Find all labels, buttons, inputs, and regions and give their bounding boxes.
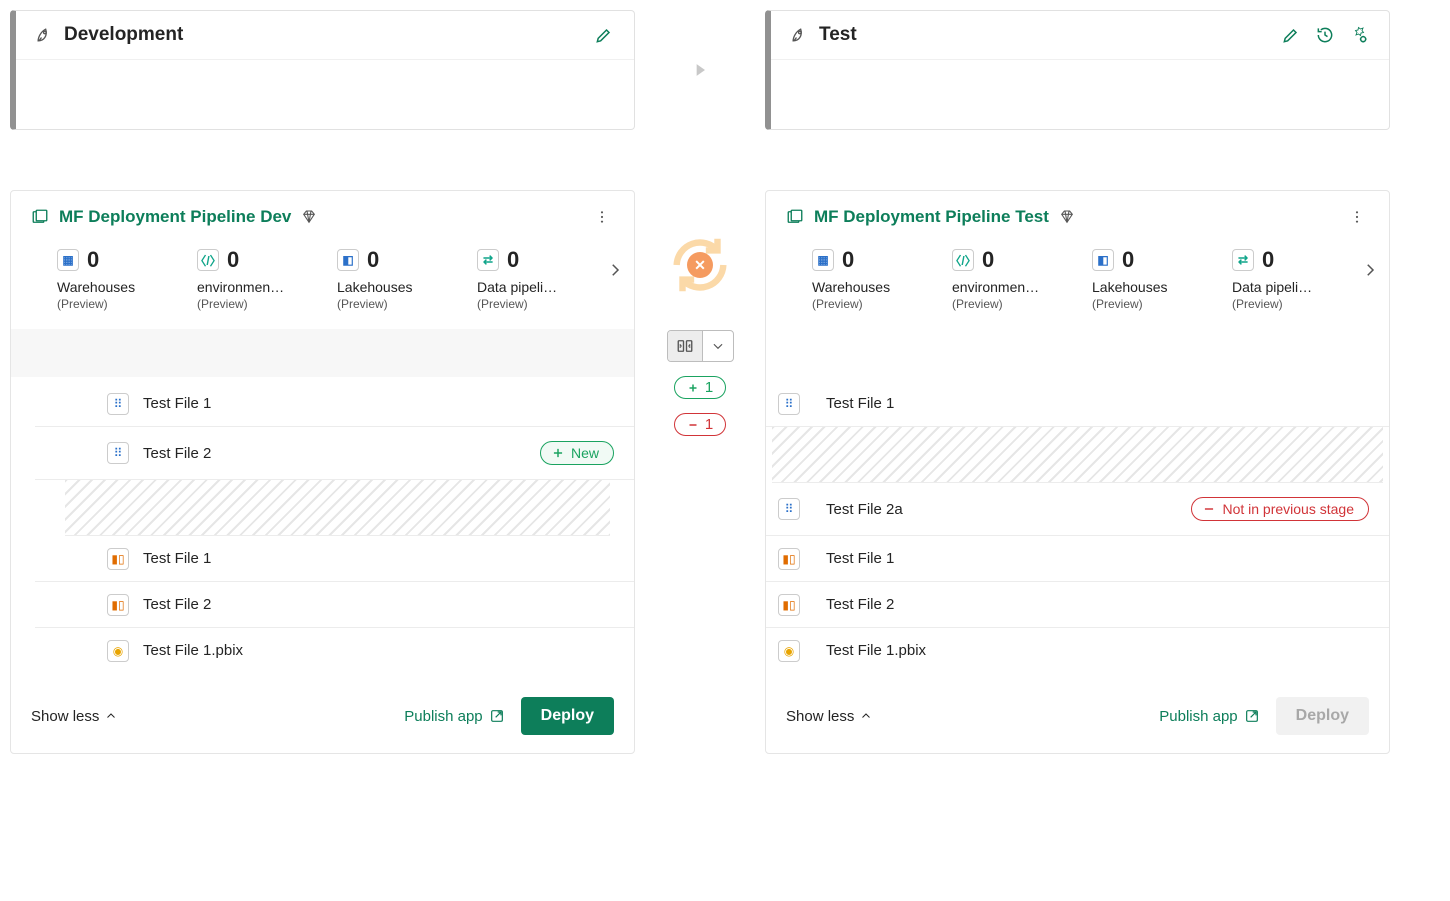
- edit-icon[interactable]: [1279, 23, 1303, 47]
- workspace-title-link[interactable]: MF Deployment Pipeline Dev: [59, 207, 291, 227]
- lakehouse-icon: ◧: [1092, 249, 1114, 271]
- report-icon: ▮▯: [778, 594, 800, 616]
- metrics-row: ▦0 Warehouses (Preview) 〈/〉0 environmen……: [11, 247, 634, 329]
- file-row-pbix[interactable]: ◉ Test File 1.pbix: [766, 628, 1389, 673]
- file-row-dataset[interactable]: ⠿ Test File 1: [766, 381, 1389, 427]
- dataset-icon: ⠿: [778, 498, 800, 520]
- metric-lakehouses[interactable]: ◧0 Lakehouses (Preview): [337, 247, 447, 311]
- edit-icon[interactable]: [592, 23, 616, 47]
- file-row-dataset[interactable]: ⠿ Test File 2 New: [35, 427, 634, 480]
- metric-warehouses[interactable]: ▦0 Warehouses (Preview): [57, 247, 167, 311]
- missing-item-placeholder: [65, 480, 610, 536]
- workspace-dev: MF Deployment Pipeline Dev ▦0 Warehouses…: [10, 190, 635, 754]
- history-icon[interactable]: [1313, 23, 1337, 47]
- metric-warehouses[interactable]: ▦0 Warehouses (Preview): [812, 247, 922, 311]
- removed-count-pill: 1: [674, 413, 726, 436]
- workspace-icon: [31, 208, 49, 226]
- dataset-icon: ⠿: [107, 393, 129, 415]
- report-icon: ▮▯: [778, 548, 800, 570]
- metric-environments[interactable]: 〈/〉0 environmen… (Preview): [197, 247, 307, 311]
- dataset-icon: ⠿: [107, 442, 129, 464]
- pipeline-icon: ⇄: [1232, 249, 1254, 271]
- warehouse-icon: ▦: [57, 249, 79, 271]
- file-row-report[interactable]: ▮▯ Test File 1: [766, 536, 1389, 582]
- file-list: ⠿ Test File 1 ⠿ Test File 2a Not in prev…: [766, 377, 1389, 677]
- settings-rules-icon[interactable]: [1347, 23, 1371, 47]
- report-icon: ▮▯: [107, 548, 129, 570]
- sync-column: ✕ 1 1: [635, 190, 765, 754]
- publish-app-link[interactable]: Publish app: [404, 708, 504, 725]
- workspace-icon: [786, 208, 804, 226]
- workspace-title-link[interactable]: MF Deployment Pipeline Test: [814, 207, 1049, 227]
- metric-environments[interactable]: 〈/〉0 environmen… (Preview): [952, 247, 1062, 311]
- more-menu-icon[interactable]: [1345, 205, 1369, 229]
- new-badge: New: [540, 441, 614, 465]
- metric-datapipelines[interactable]: ⇄0 Data pipeli… (Preview): [1232, 247, 1342, 311]
- file-row-report[interactable]: ▮▯ Test File 1: [35, 536, 634, 582]
- deploy-button: Deploy: [1276, 697, 1369, 735]
- rocket-icon: [34, 25, 54, 45]
- metrics-next-icon[interactable]: [606, 261, 624, 279]
- lakehouse-icon: ◧: [337, 249, 359, 271]
- report-icon: ▮▯: [107, 594, 129, 616]
- more-menu-icon[interactable]: [590, 205, 614, 229]
- stage-title: Development: [64, 24, 582, 46]
- show-less-toggle[interactable]: Show less: [786, 708, 872, 725]
- warehouse-icon: ▦: [812, 249, 834, 271]
- pbix-icon: ◉: [107, 640, 129, 662]
- file-row-pbix[interactable]: ◉ Test File 1.pbix: [35, 628, 634, 673]
- premium-diamond-icon: [301, 209, 317, 225]
- compare-toggle[interactable]: [667, 330, 734, 362]
- pipeline-icon: ⇄: [477, 249, 499, 271]
- deploy-button[interactable]: Deploy: [521, 697, 614, 735]
- file-row-report[interactable]: ▮▯ Test File 2: [35, 582, 634, 628]
- stage-title: Test: [819, 24, 1269, 46]
- metrics-row: ▦0 Warehouses (Preview) 〈/〉0 environmen……: [766, 247, 1389, 329]
- pbix-icon: ◉: [778, 640, 800, 662]
- added-count-pill: 1: [674, 376, 726, 399]
- missing-item-placeholder: [772, 427, 1383, 483]
- sync-status-icon: ✕: [665, 230, 735, 300]
- workspace-test: MF Deployment Pipeline Test ▦0 Warehouse…: [765, 190, 1390, 754]
- file-row-dataset[interactable]: ⠿ Test File 2a Not in previous stage: [766, 483, 1389, 536]
- publish-app-link[interactable]: Publish app: [1159, 708, 1259, 725]
- category-band: [11, 329, 634, 377]
- rocket-icon: [789, 25, 809, 45]
- compare-view-icon[interactable]: [668, 331, 703, 361]
- stage-card-development: Development: [10, 10, 635, 130]
- metric-datapipelines[interactable]: ⇄0 Data pipeli… (Preview): [477, 247, 587, 311]
- premium-diamond-icon: [1059, 209, 1075, 225]
- environment-icon: 〈/〉: [197, 249, 219, 271]
- metric-lakehouses[interactable]: ◧0 Lakehouses (Preview): [1092, 247, 1202, 311]
- file-row-dataset[interactable]: ⠿ Test File 1: [35, 381, 634, 427]
- environment-icon: 〈/〉: [952, 249, 974, 271]
- dataset-icon: ⠿: [778, 393, 800, 415]
- stage-card-test: Test: [765, 10, 1390, 130]
- show-less-toggle[interactable]: Show less: [31, 708, 117, 725]
- deploy-arrow-icon[interactable]: [635, 10, 765, 130]
- metrics-next-icon[interactable]: [1361, 261, 1379, 279]
- sync-error-icon: ✕: [687, 252, 713, 278]
- file-list: ⠿ Test File 1 ⠿ Test File 2 New ▮▯ Test …: [11, 377, 634, 677]
- not-in-previous-badge: Not in previous stage: [1191, 497, 1369, 521]
- file-row-report[interactable]: ▮▯ Test File 2: [766, 582, 1389, 628]
- chevron-down-icon[interactable]: [703, 331, 733, 361]
